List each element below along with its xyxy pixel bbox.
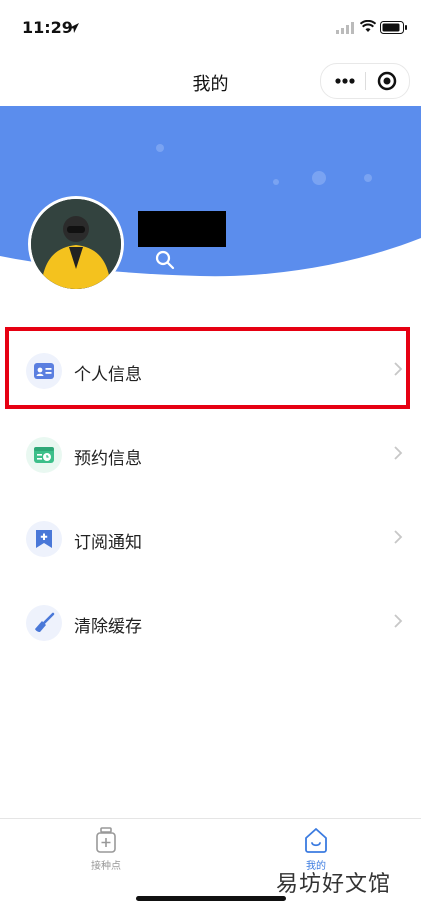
menu-item-appointment-info[interactable]: 预约信息 (0, 412, 421, 496)
avatar[interactable] (28, 196, 124, 292)
broom-icon (26, 605, 62, 641)
menu-item-label: 预约信息 (74, 449, 142, 469)
chevron-right-icon (394, 446, 403, 460)
vaccine-bottle-icon (96, 827, 116, 853)
more-icon[interactable] (335, 78, 355, 84)
status-bar: 11:29 (0, 0, 421, 56)
wifi-icon (360, 20, 376, 32)
menu-item-label: 订阅通知 (74, 533, 142, 553)
chevron-right-icon (394, 530, 403, 544)
highlight-box (5, 327, 410, 409)
username-redacted (138, 211, 226, 247)
menu-item-subscribe-notifications[interactable]: 订阅通知 (0, 496, 421, 580)
tab-vaccination-site[interactable]: 接种点 (46, 819, 166, 879)
cellular-signal-icon (336, 22, 354, 34)
mini-program-capsule (320, 63, 410, 99)
watermark-text: 易坊好文馆 (276, 872, 392, 897)
bookmark-plus-icon (26, 521, 62, 557)
home-smile-icon (305, 828, 327, 853)
chevron-right-icon (394, 614, 403, 628)
status-time: 11:29 (22, 18, 73, 37)
calendar-clock-icon (26, 437, 62, 473)
battery-icon (380, 21, 407, 34)
avatar-image (31, 199, 121, 289)
menu-item-label: 清除缓存 (74, 617, 142, 637)
search-icon[interactable] (155, 250, 175, 270)
location-arrow-icon (69, 23, 79, 33)
menu-item-clear-cache[interactable]: 清除缓存 (0, 580, 421, 664)
close-target-icon[interactable] (377, 71, 397, 91)
home-indicator[interactable] (136, 896, 286, 901)
tab-label: 接种点 (91, 861, 121, 872)
nav-bar: 我的 (0, 56, 421, 106)
capsule-divider (365, 72, 366, 90)
